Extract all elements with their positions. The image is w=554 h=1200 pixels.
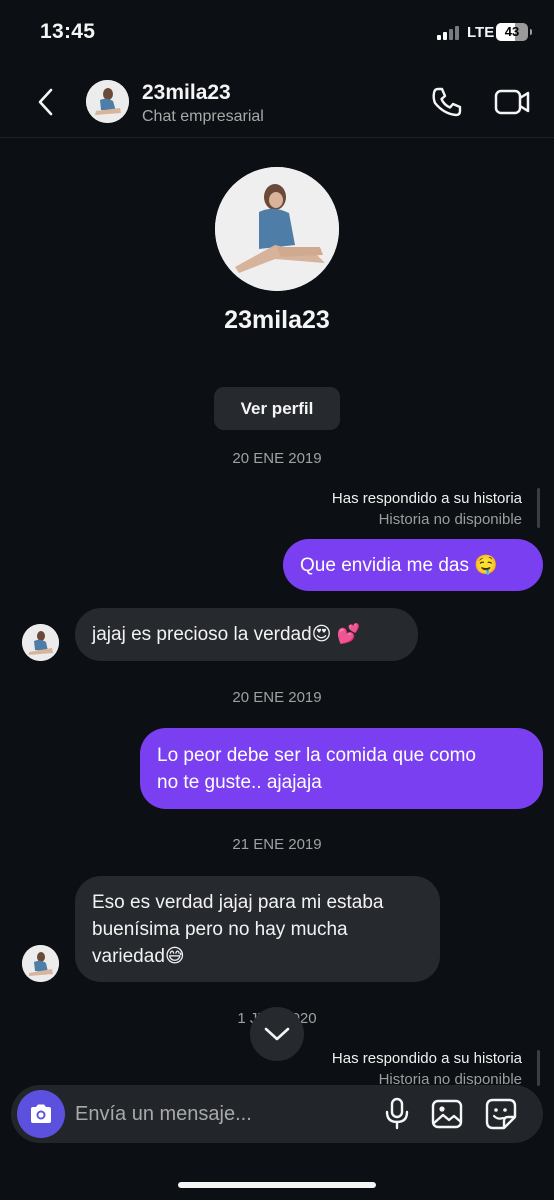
chevron-left-icon	[38, 88, 53, 116]
message-text: Que envidia me das 🤤	[300, 554, 498, 576]
message-text-line: buenísima pero no hay mucha	[92, 918, 348, 940]
outgoing-message[interactable]: Lo peor debe ser la comida que como no t…	[140, 728, 543, 809]
message-text: jajaj es precioso la verdad😍 💕	[92, 624, 361, 645]
chat-header: 23mila23 Chat empresarial	[0, 66, 554, 138]
status-time: 13:45	[40, 20, 96, 43]
story-reply-note: Has respondido a su historia Historia no…	[332, 1048, 522, 1090]
status-bar: 13:45 LTE 43	[0, 0, 554, 66]
date-divider: 20 ENE 2019	[232, 450, 322, 467]
story-reply-note: Has respondido a su historia Historia no…	[332, 488, 522, 530]
header-avatar[interactable]	[86, 80, 129, 123]
message-text-line: Eso es verdad jajaj para mi estaba	[92, 891, 384, 913]
sticker-button[interactable]	[484, 1097, 518, 1131]
back-button[interactable]	[30, 84, 64, 120]
story-reply-label: Has respondido a su historia	[331, 1050, 522, 1067]
voice-message-button[interactable]	[383, 1097, 411, 1131]
reply-indicator-line	[537, 1050, 540, 1086]
phone-icon	[432, 87, 462, 117]
signal-icon	[437, 26, 463, 40]
profile-avatar[interactable]	[215, 167, 339, 291]
scroll-to-bottom-button[interactable]	[250, 1007, 304, 1061]
message-text-line: variedad😅	[92, 945, 185, 967]
call-button[interactable]	[428, 83, 466, 121]
profile-name: 23mila23	[224, 306, 330, 334]
view-profile-button[interactable]: Ver perfil	[214, 387, 340, 430]
message-text-line: Lo peor debe ser la comida que como	[157, 744, 476, 766]
chevron-down-icon	[264, 1027, 290, 1041]
video-call-button[interactable]	[492, 83, 532, 121]
incoming-message[interactable]: jajaj es precioso la verdad😍 💕	[75, 608, 418, 661]
header-subtitle: Chat empresarial	[142, 108, 264, 125]
network-type: LTE	[467, 24, 495, 41]
outgoing-message[interactable]: Que envidia me das 🤤	[283, 539, 543, 591]
sticker-icon	[485, 1098, 517, 1130]
image-icon	[431, 1099, 463, 1129]
video-camera-icon	[494, 89, 530, 115]
gallery-button[interactable]	[430, 1098, 464, 1130]
camera-icon	[31, 1104, 51, 1123]
home-indicator	[178, 1182, 376, 1188]
message-text-line: no te guste.. ajajaja	[157, 771, 322, 793]
camera-button[interactable]	[17, 1090, 65, 1138]
message-input[interactable]	[75, 1097, 375, 1131]
date-divider: 20 ENE 2019	[232, 689, 322, 706]
battery-icon: 43	[496, 23, 532, 41]
microphone-icon	[385, 1097, 409, 1130]
date-divider: 21 ENE 2019	[232, 836, 322, 853]
story-reply-label: Has respondido a su historia	[331, 490, 522, 507]
sender-avatar[interactable]	[22, 945, 59, 982]
sender-avatar[interactable]	[22, 624, 59, 661]
reply-indicator-line	[537, 488, 540, 528]
story-unavailable-label: Historia no disponible	[378, 511, 522, 528]
incoming-message[interactable]: Eso es verdad jajaj para mi estaba buení…	[75, 876, 440, 982]
battery-level: 43	[504, 24, 520, 39]
message-composer	[11, 1085, 543, 1143]
header-username[interactable]: 23mila23	[142, 81, 231, 105]
